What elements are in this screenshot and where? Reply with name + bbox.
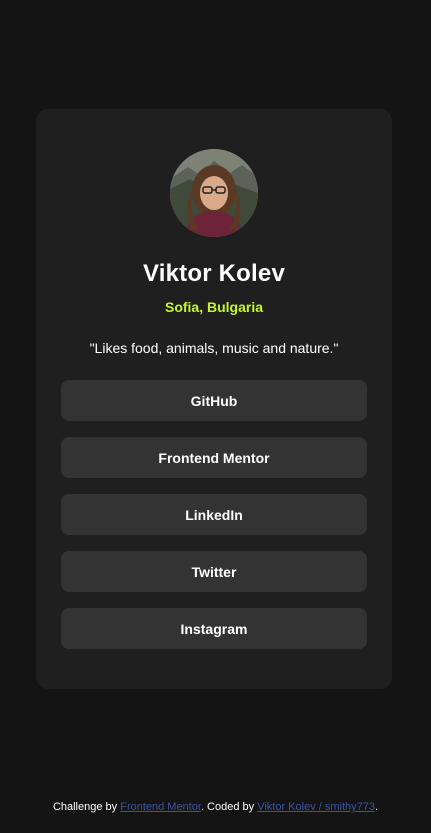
linkedin-link-button[interactable]: LinkedIn xyxy=(61,494,367,535)
author-footer-link[interactable]: Viktor Kolev / smithy773 xyxy=(257,801,375,813)
attribution-suffix: . xyxy=(375,801,379,813)
attribution-middle: . Coded by xyxy=(200,801,258,813)
attribution-prefix: Challenge by xyxy=(52,801,121,813)
frontend-mentor-footer-link[interactable]: Frontend Mentor xyxy=(120,801,201,813)
profile-location: Sofia, Bulgaria xyxy=(164,299,264,315)
github-link-button[interactable]: GitHub xyxy=(61,380,367,421)
instagram-link-button[interactable]: Instagram xyxy=(61,608,367,649)
profile-name: Viktor Kolev xyxy=(142,260,285,287)
avatar xyxy=(170,149,258,237)
profile-card: Viktor Kolev Sofia, Bulgaria "Likes food… xyxy=(36,109,392,689)
frontend-mentor-link-button[interactable]: Frontend Mentor xyxy=(61,437,367,478)
social-links-list: GitHub Frontend Mentor LinkedIn Twitter … xyxy=(61,380,367,665)
avatar-photo xyxy=(170,149,258,237)
twitter-link-button[interactable]: Twitter xyxy=(61,551,367,592)
attribution-footer: Challenge by Frontend Mentor. Coded by V… xyxy=(0,801,431,813)
profile-bio: "Likes food, animals, music and nature." xyxy=(89,340,339,356)
